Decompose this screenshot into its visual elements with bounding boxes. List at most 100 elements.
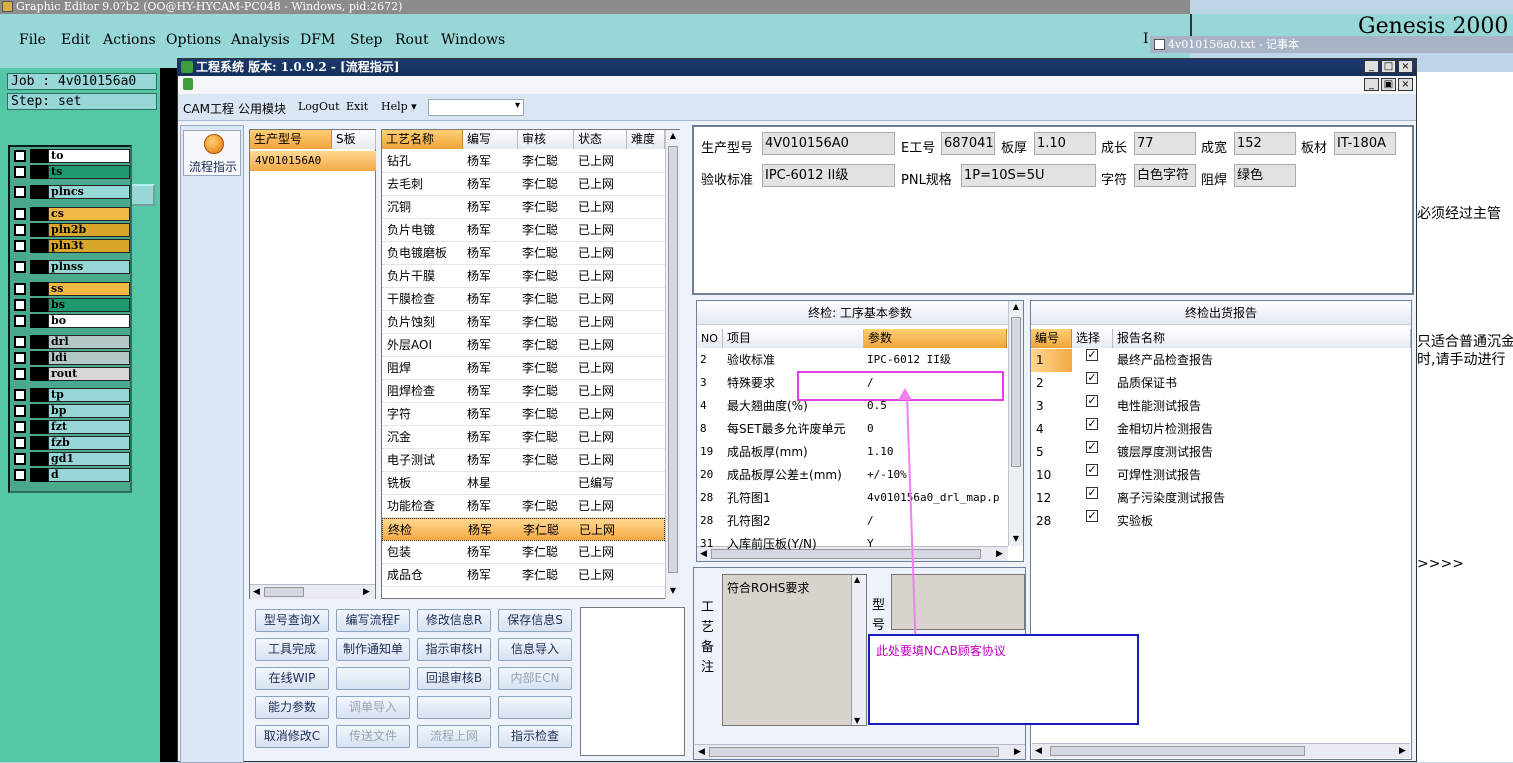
report-header-name[interactable]: 报告名称 [1113,329,1411,348]
proc-header-status[interactable]: 状态 [574,130,627,149]
params-header-param[interactable]: 参数 [864,329,1007,348]
report-row[interactable]: 12 ✓ 离子污染度测试报告 [1031,487,1411,510]
layer-checkbox[interactable] [14,315,26,327]
scroll-up-icon[interactable]: ▲ [1009,301,1023,313]
menu-windows[interactable]: Windows [441,32,505,48]
layer-name[interactable]: bo [48,314,130,328]
scroll-down-icon[interactable]: ▼ [666,585,680,597]
layer-checkbox[interactable] [14,336,26,348]
maximize-button[interactable]: □ [1381,60,1396,73]
report-hscroll[interactable]: ◀ ▶ [1032,743,1410,758]
layer-row[interactable]: bp [12,404,130,418]
layer-checkbox[interactable] [14,389,26,401]
report-header-no[interactable]: 编号 [1031,329,1072,348]
action-button[interactable]: 取消修改C [255,725,329,748]
layer-name[interactable]: pln3t [48,239,130,253]
nav-process-button[interactable]: 流程指示 [183,130,241,176]
action-button[interactable]: 信息导入 [498,638,572,661]
report-row[interactable]: 2 ✓ 品质保证书 [1031,372,1411,395]
layer-name[interactable]: to [48,149,130,163]
process-row[interactable]: 去毛刺 杨军 李仁聪 已上网 [382,173,665,196]
layer-checkbox[interactable] [14,352,26,364]
menu-step[interactable]: Step [350,32,382,48]
toolbar-logout[interactable]: LogOut [298,100,340,113]
blank-button[interactable] [498,696,572,719]
scroll-thumb[interactable] [1050,746,1305,756]
blank-button[interactable] [417,696,491,719]
menu-actions[interactable]: Actions [103,32,156,48]
param-row[interactable]: 31 入库前压板(Y/N) Y [697,533,1007,556]
layer-checkbox[interactable] [14,283,26,295]
layer-row[interactable]: tp [12,388,130,402]
report-checkbox[interactable]: ✓ [1086,487,1098,499]
scroll-right-icon[interactable]: ▶ [360,585,373,599]
process-row[interactable]: 包装 杨军 李仁聪 已上网 [382,541,665,564]
layer-name[interactable]: pln2b [48,223,130,237]
model-hscroll[interactable]: ◀ ▶ [250,584,375,599]
action-button[interactable]: 保存信息S [498,609,572,632]
param-row[interactable]: 28 孔符图1 4v010156a0_drl_map.p [697,487,1007,510]
action-button[interactable]: 回退审核B [417,667,491,690]
action-button[interactable]: 调单导入 [336,696,410,719]
mdi-minimize-button[interactable]: _ [1364,78,1379,91]
report-checkbox[interactable]: ✓ [1086,441,1098,453]
field-width[interactable]: 152 [1234,132,1296,155]
action-button[interactable]: 传送文件 [336,725,410,748]
layer-row[interactable]: ss [12,282,130,296]
action-button[interactable]: 指示审核H [417,638,491,661]
layer-name[interactable]: cs [48,207,130,221]
layer-row[interactable]: drl [12,335,130,349]
toolbar-cam[interactable]: CAM工程 [183,100,234,117]
action-button[interactable]: 工具完成 [255,638,329,661]
action-button[interactable]: 内部ECN [498,667,572,690]
action-button[interactable]: 型号查询X [255,609,329,632]
param-row[interactable]: 28 孔符图2 / [697,510,1007,533]
report-checkbox[interactable]: ✓ [1086,395,1098,407]
layer-name[interactable]: rout [48,367,130,381]
process-row[interactable]: 负片干膜 杨军 李仁聪 已上网 [382,265,665,288]
model-remark-textarea[interactable] [891,574,1025,630]
process-row[interactable]: 干膜检查 杨军 李仁聪 已上网 [382,288,665,311]
layer-name[interactable]: plnss [48,260,130,274]
remark-hscroll[interactable]: ◀ ▶ [695,744,1025,759]
report-header-select[interactable]: 选择 [1072,329,1113,348]
params-vscroll[interactable]: ▲ ▼ [1008,301,1023,546]
layer-checkbox[interactable] [14,224,26,236]
process-vscroll[interactable]: ▲ ▼ [665,130,680,599]
params-header-item[interactable]: 项目 [723,329,864,348]
scroll-left-icon[interactable]: ◀ [1032,744,1045,758]
scroll-down-icon[interactable]: ▼ [854,716,860,725]
report-checkbox[interactable]: ✓ [1086,349,1098,361]
field-length[interactable]: 77 [1134,132,1196,155]
mdi-close-button[interactable]: × [1398,78,1413,91]
layer-checkbox[interactable] [14,437,26,449]
process-row[interactable]: 外层AOI 杨军 李仁聪 已上网 [382,334,665,357]
proc-header-name[interactable]: 工艺名称 [382,130,463,149]
layer-name[interactable]: ss [48,282,130,296]
layer-checkbox[interactable] [14,405,26,417]
layer-row[interactable]: rout [12,367,130,381]
layer-name[interactable]: d [48,468,130,482]
process-row[interactable]: 钻孔 杨军 李仁聪 已上网 [382,150,665,173]
scroll-thumb[interactable] [668,146,678,573]
process-row[interactable]: 阻焊 杨军 李仁聪 已上网 [382,357,665,380]
mdi-restore-button[interactable]: ▣ [1381,78,1396,91]
layer-checkbox[interactable] [14,150,26,162]
layer-checkbox[interactable] [14,453,26,465]
field-standard[interactable]: IPC-6012 II级 [762,164,895,187]
action-button[interactable]: 流程上网 [417,725,491,748]
layer-row[interactable]: pln3t [12,239,130,253]
layer-row[interactable]: bs [12,298,130,312]
menu-dfm[interactable]: DFM [300,32,335,48]
field-model[interactable]: 4V010156A0 [762,132,895,155]
process-row[interactable]: 沉铜 杨军 李仁聪 已上网 [382,196,665,219]
action-button[interactable]: 在线WIP [255,667,329,690]
process-row[interactable]: 铣板 林星 已编写 [382,472,665,495]
proc-header-author[interactable]: 编写 [463,130,518,149]
report-row[interactable]: 3 ✓ 电性能测试报告 [1031,395,1411,418]
scroll-down-icon[interactable]: ▼ [1009,533,1023,545]
layer-row[interactable]: plnss [12,260,130,274]
field-soldermask[interactable]: 绿色 [1234,164,1296,187]
toolbar-common-modules[interactable]: 公用模块 [238,100,286,117]
action-button[interactable]: 制作通知单 [336,638,410,661]
